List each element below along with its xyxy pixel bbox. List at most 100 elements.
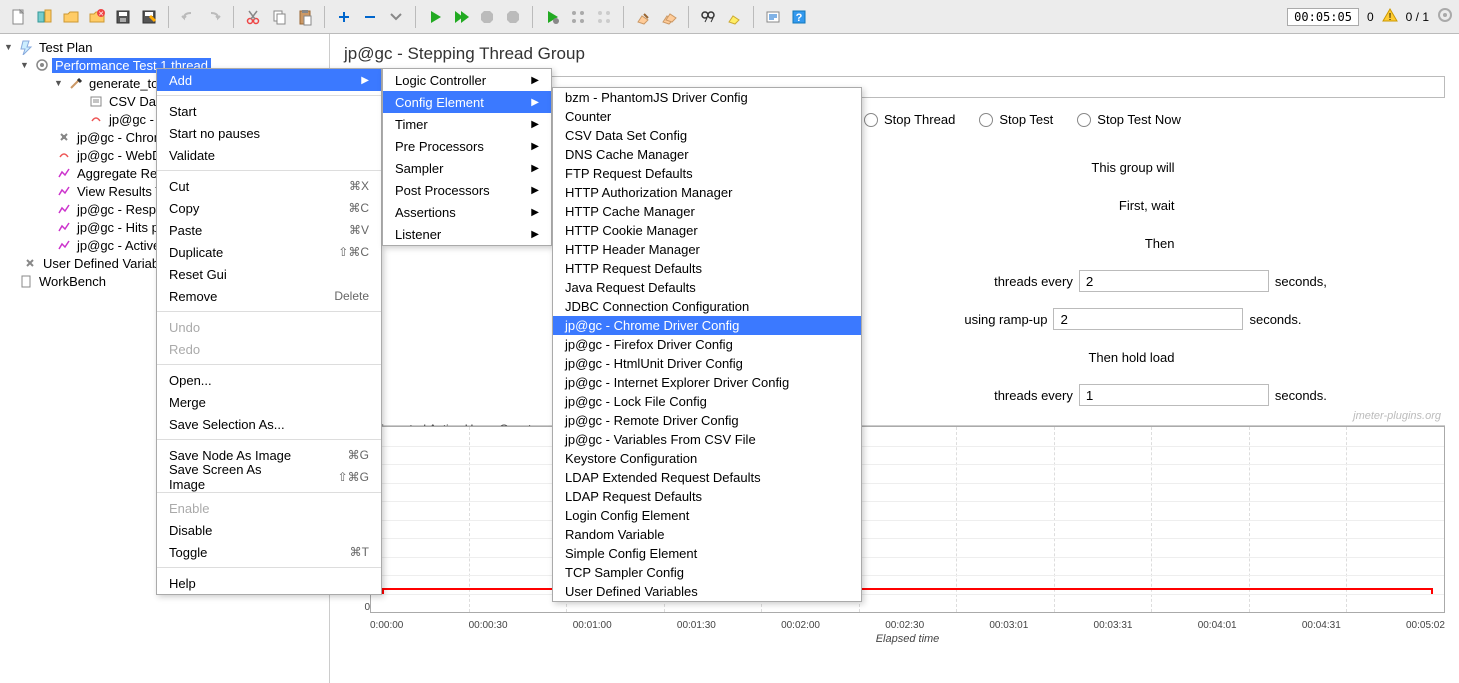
ctx-copy[interactable]: Copy⌘C — [157, 197, 381, 219]
config-item[interactable]: CSV Data Set Config — [553, 126, 861, 145]
ctx-paste[interactable]: Paste⌘V — [157, 219, 381, 241]
tree-test-plan[interactable]: ▼Test Plan — [0, 38, 329, 56]
config-item[interactable]: jp@gc - Internet Explorer Driver Config — [553, 373, 861, 392]
collapse-icon[interactable] — [357, 4, 383, 30]
radio-stop-test-now[interactable]: Stop Test Now — [1077, 112, 1181, 127]
radio-stop-thread[interactable]: Stop Thread — [864, 112, 955, 127]
config-item[interactable]: DNS Cache Manager — [553, 145, 861, 164]
sub-pre[interactable]: Pre Processors▶ — [383, 135, 551, 157]
templates-icon[interactable] — [32, 4, 58, 30]
config-item[interactable]: jp@gc - Firefox Driver Config — [553, 335, 861, 354]
remote-stop-icon[interactable] — [591, 4, 617, 30]
sub-logic[interactable]: Logic Controller▶ — [383, 69, 551, 91]
shutdown-icon[interactable] — [500, 4, 526, 30]
ctx-remove[interactable]: RemoveDelete — [157, 285, 381, 307]
x-axis-title: Elapsed time — [370, 633, 1445, 645]
sub-listener[interactable]: Listener▶ — [383, 223, 551, 245]
config-item[interactable]: LDAP Request Defaults — [553, 487, 861, 506]
ctx-open[interactable]: Open... — [157, 369, 381, 391]
config-item[interactable]: HTTP Authorization Manager — [553, 183, 861, 202]
svg-text:✕: ✕ — [98, 11, 104, 18]
search-reset-icon[interactable] — [721, 4, 747, 30]
svg-text:!: ! — [1388, 12, 1391, 23]
status-bar: 00:05:05 0 ! 0 / 1 — [1287, 7, 1453, 26]
config-item[interactable]: jp@gc - Remote Driver Config — [553, 411, 861, 430]
ctx-save-sel[interactable]: Save Selection As... — [157, 413, 381, 435]
config-item[interactable]: LDAP Extended Request Defaults — [553, 468, 861, 487]
chart-plot — [370, 426, 1445, 613]
toggle-icon[interactable] — [383, 4, 409, 30]
new-icon[interactable] — [6, 4, 32, 30]
ctx-validate[interactable]: Validate — [157, 144, 381, 166]
expand-icon[interactable] — [331, 4, 357, 30]
config-item[interactable]: jp@gc - Chrome Driver Config — [553, 316, 861, 335]
sub-timer[interactable]: Timer▶ — [383, 113, 551, 135]
toolbar: ✕ ? 00:05:05 0 ! 0 / 1 — [0, 0, 1459, 34]
stop-icon[interactable] — [474, 4, 500, 30]
ctx-add[interactable]: Add▶ — [157, 69, 381, 91]
finally-every-input[interactable] — [1079, 384, 1269, 406]
function-helper-icon[interactable] — [760, 4, 786, 30]
cut-icon[interactable] — [240, 4, 266, 30]
ctx-reset-gui[interactable]: Reset Gui — [157, 263, 381, 285]
redo-icon[interactable] — [201, 4, 227, 30]
panel-title: jp@gc - Stepping Thread Group — [330, 34, 1459, 70]
help-icon[interactable]: ? — [786, 4, 812, 30]
clear-all-icon[interactable] — [656, 4, 682, 30]
remote-start-icon[interactable] — [539, 4, 565, 30]
open-icon[interactable] — [58, 4, 84, 30]
undo-icon[interactable] — [175, 4, 201, 30]
config-item[interactable]: Counter — [553, 107, 861, 126]
ctx-duplicate[interactable]: Duplicate⇧⌘C — [157, 241, 381, 263]
watermark: jmeter-plugins.org — [1353, 410, 1441, 422]
ctx-start[interactable]: Start — [157, 100, 381, 122]
ctx-undo: Undo — [157, 316, 381, 338]
save-as-icon[interactable] — [136, 4, 162, 30]
config-item[interactable]: HTTP Cache Manager — [553, 202, 861, 221]
sub-assert[interactable]: Assertions▶ — [383, 201, 551, 223]
config-item[interactable]: jp@gc - Variables From CSV File — [553, 430, 861, 449]
copy-icon[interactable] — [266, 4, 292, 30]
sub-post[interactable]: Post Processors▶ — [383, 179, 551, 201]
config-item[interactable]: jp@gc - Lock File Config — [553, 392, 861, 411]
start-icon[interactable] — [422, 4, 448, 30]
config-item[interactable]: HTTP Header Manager — [553, 240, 861, 259]
config-item[interactable]: jp@gc - HtmlUnit Driver Config — [553, 354, 861, 373]
remote-start-all-icon[interactable] — [565, 4, 591, 30]
config-item[interactable]: Simple Config Element — [553, 544, 861, 563]
close-icon[interactable]: ✕ — [84, 4, 110, 30]
config-item[interactable]: TCP Sampler Config — [553, 563, 861, 582]
paste-icon[interactable] — [292, 4, 318, 30]
start-np-icon[interactable] — [448, 4, 474, 30]
sub-config[interactable]: Config Element▶ — [383, 91, 551, 113]
search-icon[interactable] — [695, 4, 721, 30]
ctx-disable[interactable]: Disable — [157, 519, 381, 541]
ctx-enable: Enable — [157, 497, 381, 519]
rampup-input[interactable] — [1053, 308, 1243, 330]
context-menu[interactable]: Add▶ Start Start no pauses Validate Cut⌘… — [156, 68, 382, 595]
ctx-merge[interactable]: Merge — [157, 391, 381, 413]
config-item[interactable]: bzm - PhantomJS Driver Config — [553, 88, 861, 107]
clear-icon[interactable] — [630, 4, 656, 30]
save-icon[interactable] — [110, 4, 136, 30]
config-item[interactable]: User Defined Variables — [553, 582, 861, 601]
warn-icon[interactable]: ! — [1382, 7, 1398, 26]
ctx-help[interactable]: Help — [157, 572, 381, 594]
ctx-toggle[interactable]: Toggle⌘T — [157, 541, 381, 563]
radio-stop-test[interactable]: Stop Test — [979, 112, 1053, 127]
config-item[interactable]: JDBC Connection Configuration — [553, 297, 861, 316]
config-item[interactable]: Keystore Configuration — [553, 449, 861, 468]
ctx-cut[interactable]: Cut⌘X — [157, 175, 381, 197]
config-item[interactable]: Java Request Defaults — [553, 278, 861, 297]
config-item[interactable]: HTTP Cookie Manager — [553, 221, 861, 240]
config-item[interactable]: Login Config Element — [553, 506, 861, 525]
sub-sampler[interactable]: Sampler▶ — [383, 157, 551, 179]
ctx-save-screen-img[interactable]: Save Screen As Image⇧⌘G — [157, 466, 381, 488]
config-item[interactable]: HTTP Request Defaults — [553, 259, 861, 278]
config-submenu[interactable]: bzm - PhantomJS Driver ConfigCounterCSV … — [552, 87, 862, 602]
config-item[interactable]: FTP Request Defaults — [553, 164, 861, 183]
next-every-input[interactable] — [1079, 270, 1269, 292]
ctx-start-np[interactable]: Start no pauses — [157, 122, 381, 144]
config-item[interactable]: Random Variable — [553, 525, 861, 544]
add-submenu[interactable]: Logic Controller▶ Config Element▶ Timer▶… — [382, 68, 552, 246]
